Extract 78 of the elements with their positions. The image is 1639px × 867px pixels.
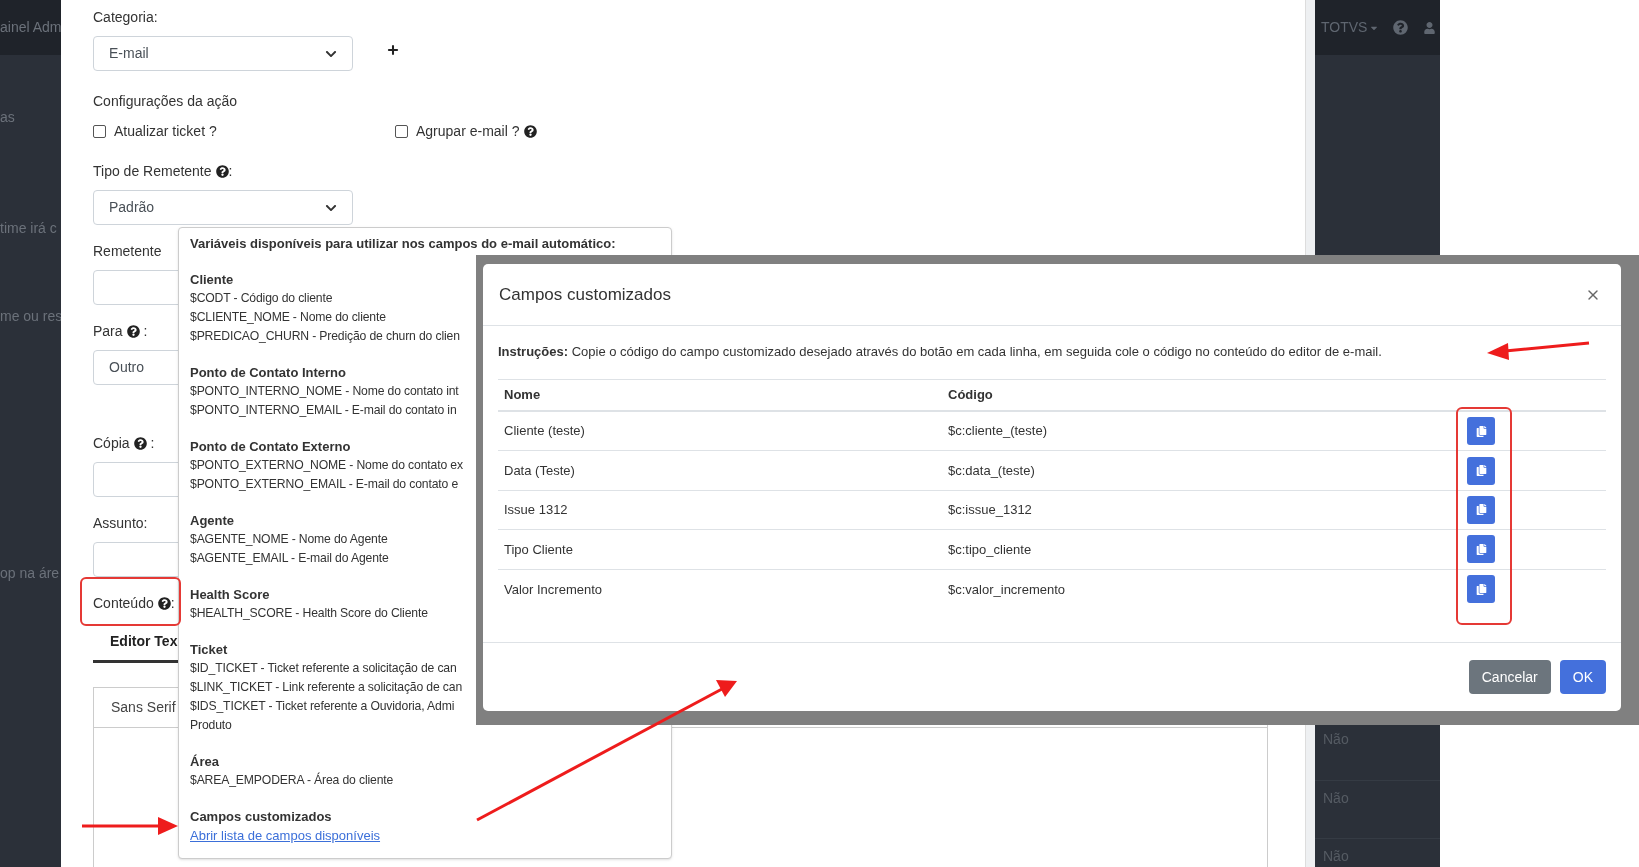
variable-line: $AREA_EMPODERA - Área do cliente [190,771,394,789]
background-text: time irá c [0,219,58,238]
background-text: me ou res [0,307,61,326]
section-heading: Área [190,753,219,771]
variable-line: $AGENTE_EMAIL - E-mail do Agente [190,550,389,567]
table-cell-text: Tipo Cliente [503,540,574,559]
background-text: as [0,108,16,127]
copy-button[interactable] [1467,495,1495,524]
popover-title: Variáveis disponíveis para utilizar nos campos do e-mail automático: [190,235,617,253]
section-heading: Agente [190,512,235,530]
dialog-button[interactable]: Cancelar [1468,660,1551,694]
copy-icon [1475,425,1487,437]
variable-line: $HEALTH_SCORE - Health Score do Cliente [190,605,428,622]
add-icon[interactable] [386,42,400,57]
column-header: Código [947,386,994,405]
checkbox[interactable] [395,124,408,138]
section-heading: Health Score [190,586,270,604]
field-label: Para [93,321,123,341]
variable-line: $PONTO_EXTERNO_NOME - Nome do contato ex [190,457,463,474]
table-cell-text: $c:cliente_(teste) [947,422,1048,441]
variable-line: $PREDICAO_CHURN - Predição de churn do clien [190,328,460,345]
field-label: Categoria: [93,7,158,27]
table-cell-text: Data (Teste) [503,461,576,480]
field-label: Conteúdo [93,593,154,613]
user-icon[interactable] [1424,21,1436,34]
table-cell-text: Valor Incremento [503,580,604,599]
checkbox-label: Atualizar ticket ? [114,121,217,141]
copy-icon [1475,465,1487,477]
field-label: Tipo de Remetente [93,161,212,181]
variable-line: $PONTO_EXTERNO_EMAIL - E-mail do contato e [190,476,459,493]
table-cell-text: $c:data_(teste) [947,461,1036,480]
modal-title: Campos customizados [499,283,671,306]
variable-line: $PONTO_INTERNO_NOME - Nome do contato int [190,383,459,400]
variable-line: Produto [190,717,232,734]
custom-fields-link[interactable]: Abrir lista de campos disponíveis [190,826,381,845]
variable-line: $IDS_TICKET - Ticket referente a Ouvidoria, Admi [190,698,455,715]
variable-line: $LINK_TICKET - Link referente a solicitação de can [190,679,463,696]
copy-button[interactable] [1467,417,1495,446]
checkbox[interactable] [93,124,106,138]
help-icon[interactable] [1393,20,1409,35]
variable-line: $ID_TICKET - Ticket referente a solicitação de can [190,660,457,677]
instructions-text: Instruções: Copie o código do campo customizado desejado através do botão em cada linha, em seguida cole o código no conteúdo do editor de e-mail. [498,343,1382,361]
label-colon: : [142,321,148,341]
section-heading: Ponto de Contato Externo [190,438,351,456]
variable-line: $PONTO_INTERNO_EMAIL - E-mail do contato in [190,402,457,419]
field-label: Remetente [93,241,162,261]
checkbox-label: Agrupar e-mail ? [416,121,520,141]
copy-icon [1475,543,1487,555]
section-heading: Ponto de Contato Interno [190,364,346,382]
table-cell-text: Issue 1312 [503,501,569,520]
copy-icon [1475,583,1487,595]
table-cell-text: Cliente (teste) [503,422,586,441]
header-text: ainel Adm [0,18,61,37]
section-heading: Campos customizados [190,808,332,826]
section-title: Configurações da ação [93,92,238,111]
field-label: Assunto: [93,513,148,533]
section-heading: Cliente [190,271,234,289]
table-cell-text: $c:issue_1312 [947,501,1033,520]
copy-button[interactable] [1467,575,1495,604]
section-heading: Ticket [190,641,228,659]
copy-button[interactable] [1467,535,1495,564]
field-label: Cópia [93,433,130,453]
label-colon: : [170,593,175,613]
table-cell-text: $c:tipo_cliente [947,540,1033,559]
table-cell-text: $c:valor_incremento [947,580,1067,599]
copy-button[interactable] [1467,456,1495,485]
label-colon: : [149,433,155,453]
variable-line: $CLIENTE_NOME - Nome do cliente [190,309,386,326]
column-header: Nome [503,386,542,405]
variable-line: $AGENTE_NOME - Nome do Agente [190,531,388,548]
variable-line: $CODT - Código do cliente [190,290,333,307]
select-field[interactable]: Padrão [93,190,353,225]
background-text: op na áre [0,564,61,583]
copy-icon [1475,504,1487,516]
dialog-button[interactable]: OK [1559,660,1606,694]
label-colon: : [228,161,233,181]
font-select[interactable]: Sans Serif [111,697,176,718]
select-field[interactable]: E-mail [93,36,353,71]
